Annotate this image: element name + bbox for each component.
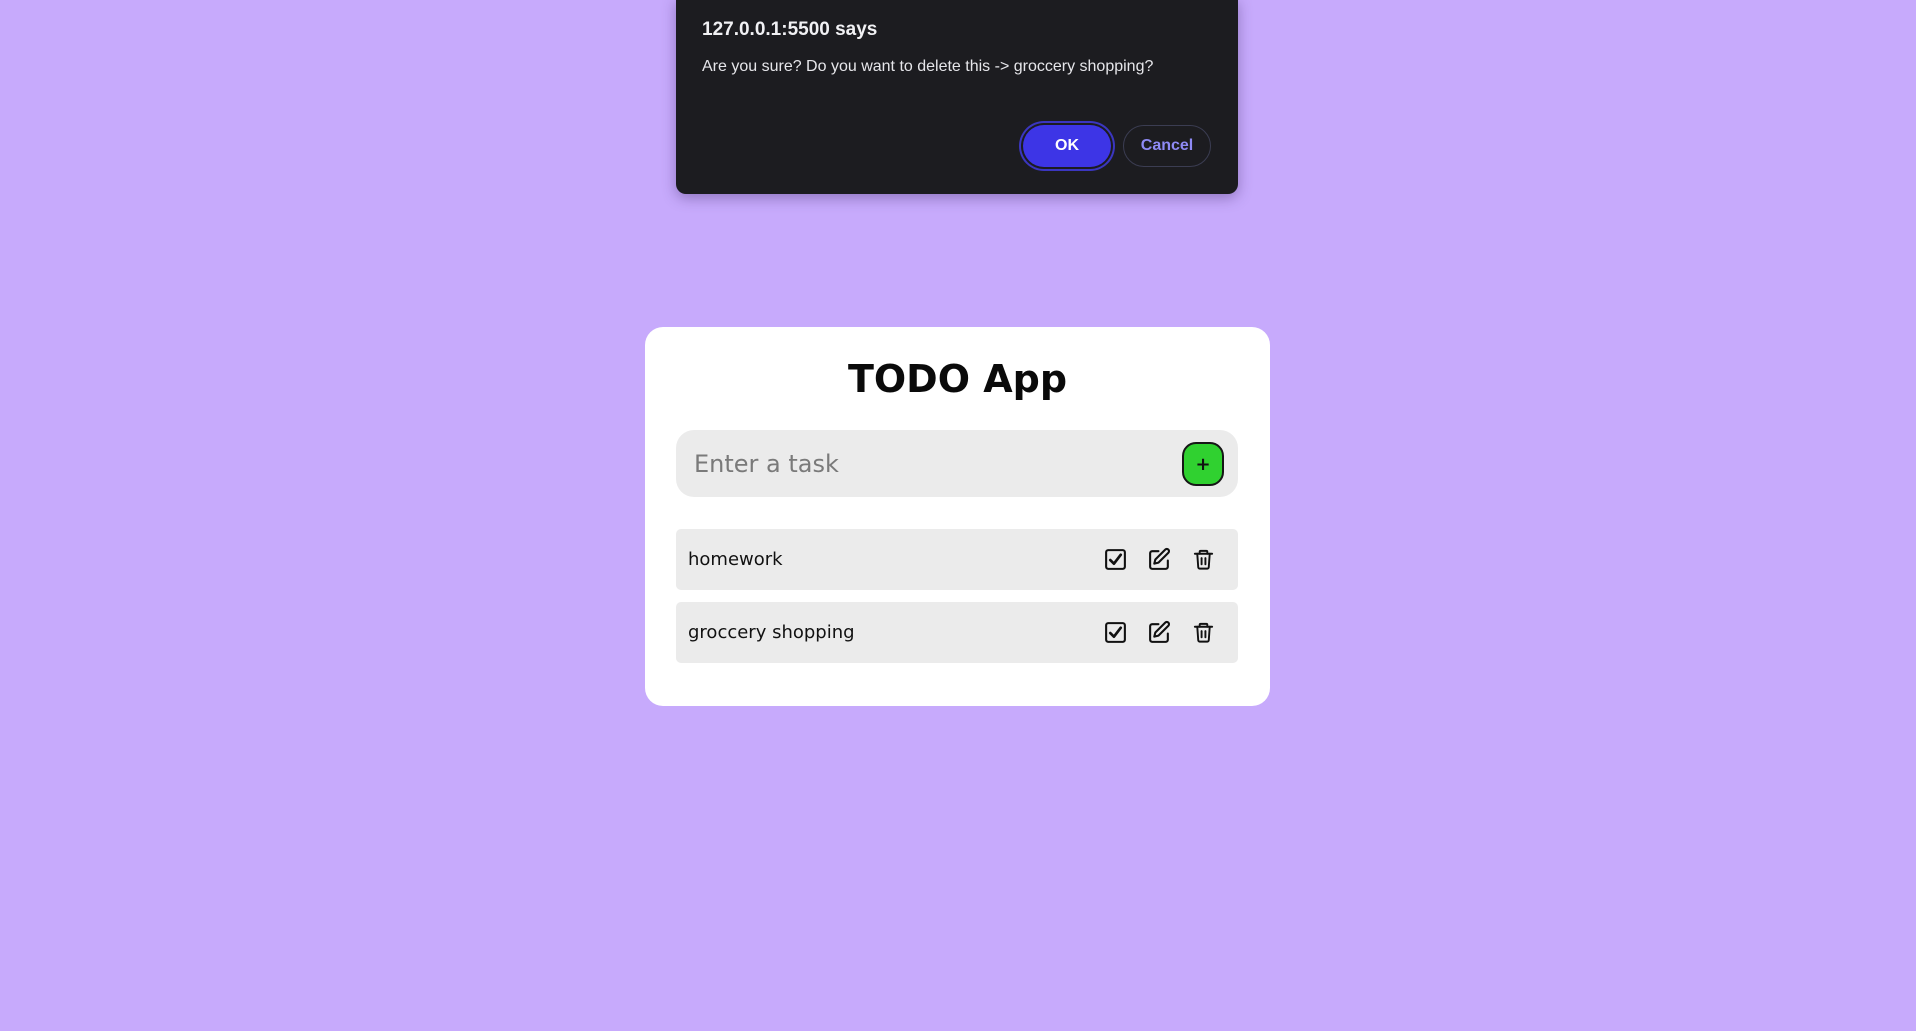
trash-icon[interactable]: [1191, 547, 1216, 572]
task-list: homework groccery shopping: [676, 529, 1238, 675]
check-square-icon[interactable]: [1103, 547, 1128, 572]
task-text: groccery shopping: [688, 622, 855, 643]
trash-icon[interactable]: [1191, 620, 1216, 645]
ok-button[interactable]: OK: [1023, 125, 1111, 167]
dialog-title: 127.0.0.1:5500 says: [702, 19, 878, 40]
task-input[interactable]: [694, 430, 1164, 497]
confirm-dialog: 127.0.0.1:5500 says Are you sure? Do you…: [676, 0, 1238, 194]
task-actions: [1103, 602, 1216, 663]
todo-card: TODO App + homework: [645, 327, 1270, 706]
dialog-message: Are you sure? Do you want to delete this…: [702, 58, 1154, 75]
edit-icon[interactable]: [1147, 547, 1172, 572]
task-item: homework: [676, 529, 1238, 590]
task-actions: [1103, 529, 1216, 590]
cancel-button[interactable]: Cancel: [1123, 125, 1211, 167]
check-square-icon[interactable]: [1103, 620, 1128, 645]
add-task-button[interactable]: +: [1182, 442, 1224, 486]
task-text: homework: [688, 549, 783, 570]
task-item: groccery shopping: [676, 602, 1238, 663]
edit-icon[interactable]: [1147, 620, 1172, 645]
app-title: TODO App: [847, 357, 1068, 401]
task-input-row: +: [676, 430, 1238, 497]
